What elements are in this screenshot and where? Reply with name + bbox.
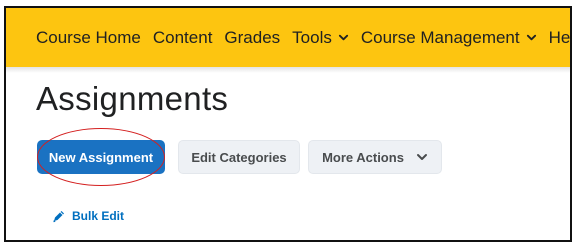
chevron-down-icon: [526, 34, 536, 41]
edit-categories-button[interactable]: Edit Categories: [178, 140, 300, 174]
nav-grades-label: Grades: [224, 27, 281, 47]
nav-help-label: Help: [548, 27, 571, 47]
nav-content-label: Content: [152, 27, 213, 47]
nav-course-home[interactable]: Course Home: [36, 28, 141, 48]
nav-tools[interactable]: Tools: [292, 28, 349, 48]
more-actions-label: More Actions: [322, 149, 404, 165]
nav-tools-label: Tools: [292, 27, 332, 47]
new-assignment-button[interactable]: New Assignment: [37, 140, 165, 174]
pencil-icon: [53, 211, 64, 223]
bulk-edit-label: Bulk Edit: [72, 209, 125, 223]
edit-categories-label: Edit Categories: [191, 149, 287, 165]
page-title: Assignments: [36, 80, 229, 117]
new-assignment-label: New Assignment: [48, 149, 154, 165]
screenshot-frame: Course Home Content Grades Tools Course …: [4, 6, 572, 242]
nav-help[interactable]: Help: [548, 27, 571, 48]
nav-course-management-label: Course Management: [360, 27, 520, 47]
bulk-edit-link[interactable]: Bulk Edit: [52, 209, 124, 223]
nav-course-home-label: Course Home: [36, 27, 141, 47]
navbar-shadow: [6, 67, 570, 73]
nav-course-management[interactable]: Course Management: [361, 28, 537, 48]
chevron-down-icon: [416, 154, 427, 160]
course-navbar: Course Home Content Grades Tools Course …: [6, 8, 570, 67]
nav-content[interactable]: Content: [153, 28, 213, 48]
more-actions-button[interactable]: More Actions: [308, 140, 442, 174]
nav-grades[interactable]: Grades: [224, 28, 280, 48]
chevron-down-icon: [338, 34, 348, 41]
